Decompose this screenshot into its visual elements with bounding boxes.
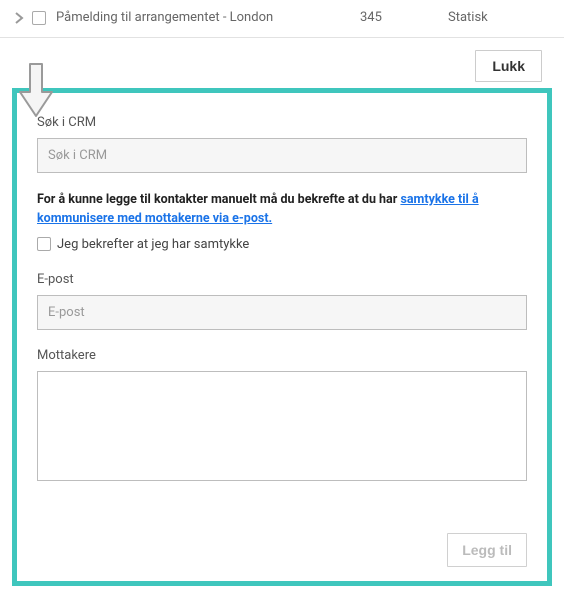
arrow-down-icon (18, 62, 54, 124)
email-input[interactable] (37, 295, 527, 330)
panel-footer: Legg til (447, 533, 527, 567)
row-type: Statisk (448, 10, 548, 25)
add-recipients-panel: Søk i CRM For å kunne legge til kontakte… (12, 88, 552, 586)
search-label: Søk i CRM (37, 115, 527, 130)
confirm-row: Jeg bekrefter at jeg har samtykke (37, 237, 527, 252)
confirm-checkbox[interactable] (37, 237, 51, 251)
row-title: Påmelding til arrangementet - London (56, 10, 273, 25)
close-bar: Lukk (0, 38, 564, 88)
recipients-textarea[interactable] (37, 371, 527, 481)
add-button[interactable]: Legg til (447, 533, 527, 567)
list-row: Påmelding til arrangementet - London 345… (0, 0, 564, 38)
chevron-right-icon[interactable] (14, 12, 24, 24)
search-input[interactable] (37, 138, 527, 173)
recipients-group: Mottakere (37, 348, 527, 485)
search-group: Søk i CRM (37, 115, 527, 173)
consent-text: For å kunne legge til kontakter manuelt … (37, 191, 527, 229)
email-label: E-post (37, 272, 527, 287)
close-button[interactable]: Lukk (475, 50, 542, 82)
recipients-label: Mottakere (37, 348, 527, 363)
consent-prefix: For å kunne legge til kontakter manuelt … (37, 192, 400, 207)
row-checkbox[interactable] (32, 11, 46, 25)
row-count: 345 (360, 10, 440, 25)
email-group: E-post (37, 272, 527, 330)
confirm-label: Jeg bekrefter at jeg har samtykke (57, 237, 249, 252)
